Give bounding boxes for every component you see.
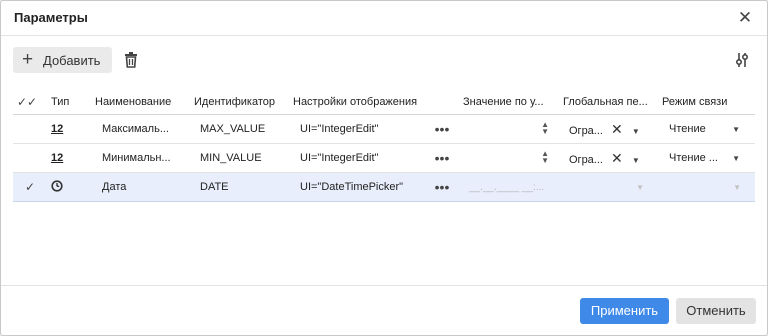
- chevron-down-icon[interactable]: ▼: [732, 125, 740, 134]
- more-options-icon[interactable]: •••: [425, 114, 459, 144]
- spinner-icon[interactable]: ▲ ▼: [541, 150, 549, 165]
- plus-icon: +: [22, 49, 34, 70]
- trash-icon[interactable]: [122, 51, 140, 69]
- chevron-down-icon[interactable]: ▼: [636, 183, 644, 192]
- table-header-row: ✓✓ Тип Наименование Идентификатор Настро…: [13, 90, 755, 115]
- clock-icon: [51, 179, 63, 192]
- mode-cell[interactable]: Чтение ▼: [658, 114, 755, 144]
- row-checkbox[interactable]: [13, 143, 47, 173]
- add-button[interactable]: + Добавить: [13, 47, 112, 73]
- add-button-label: Добавить: [43, 53, 101, 68]
- default-value-cell[interactable]: ▲ ▼: [459, 114, 559, 144]
- close-icon[interactable]: ✕: [735, 8, 755, 28]
- row-checkbox[interactable]: [13, 114, 47, 144]
- display-cell[interactable]: UI="IntegerEdit": [289, 114, 425, 144]
- date-mask-placeholder: __.__.____ __:...: [469, 182, 545, 193]
- select-all-checkbox[interactable]: ✓✓: [13, 90, 47, 115]
- table-row[interactable]: ✓ Дата DATE UI="DateTimePicker" ••• __._…: [13, 172, 755, 202]
- spinner-icon[interactable]: ▲ ▼: [541, 121, 549, 136]
- column-header-id[interactable]: Идентификатор: [190, 90, 289, 115]
- chevron-down-icon[interactable]: ▼: [632, 156, 640, 165]
- display-cell[interactable]: UI="DateTimePicker": [289, 172, 425, 202]
- column-header-default[interactable]: Значение по у...: [459, 90, 559, 115]
- name-cell[interactable]: Максималь...: [91, 114, 190, 144]
- clear-icon[interactable]: ✕: [611, 150, 623, 166]
- id-cell[interactable]: MAX_VALUE: [190, 114, 289, 144]
- column-header-mode[interactable]: Режим связи: [658, 90, 755, 115]
- mode-cell[interactable]: Чтение ... ▼: [658, 143, 755, 173]
- global-value: Огра...: [569, 124, 603, 137]
- column-settings-icon[interactable]: [733, 51, 751, 69]
- chevron-down-icon[interactable]: ▼: [733, 183, 741, 192]
- apply-button[interactable]: Применить: [580, 298, 669, 324]
- name-cell[interactable]: Минимальн...: [91, 143, 190, 173]
- name-cell[interactable]: Дата: [91, 172, 190, 202]
- global-cell[interactable]: Огра... ✕ ▼: [559, 143, 658, 173]
- clear-icon[interactable]: ✕: [611, 121, 623, 137]
- more-options-icon[interactable]: •••: [425, 172, 459, 202]
- more-options-icon[interactable]: •••: [425, 143, 459, 173]
- global-cell[interactable]: ▼: [559, 172, 658, 202]
- table-row[interactable]: 12 Максималь... MAX_VALUE UI="IntegerEdi…: [13, 114, 755, 144]
- column-header-name[interactable]: Наименование: [91, 90, 190, 115]
- type-cell: 12: [47, 143, 91, 173]
- row-checkbox[interactable]: ✓: [13, 172, 47, 202]
- default-value-cell[interactable]: ▲ ▼: [459, 143, 559, 173]
- dialog-titlebar: Параметры ✕: [1, 1, 767, 36]
- mode-value: Чтение ...: [669, 152, 718, 164]
- type-cell: [47, 172, 91, 202]
- global-cell[interactable]: Огра... ✕ ▼: [559, 114, 658, 144]
- column-header-display[interactable]: Настройки отображения: [289, 90, 459, 115]
- cancel-button[interactable]: Отменить: [676, 298, 756, 324]
- column-header-type[interactable]: Тип: [47, 90, 91, 115]
- chevron-down-icon[interactable]: ▼: [632, 127, 640, 136]
- integer-type-icon: 12: [51, 123, 64, 135]
- display-cell[interactable]: UI="IntegerEdit": [289, 143, 425, 173]
- type-cell: 12: [47, 114, 91, 144]
- dialog-title: Параметры: [14, 10, 88, 25]
- toolbar: + Добавить: [13, 47, 755, 74]
- chevron-down-icon[interactable]: ▼: [732, 154, 740, 163]
- parameters-dialog: Параметры ✕ + Добавить ✓✓ Тип Наименован…: [0, 0, 768, 336]
- parameters-table: ✓✓ Тип Наименование Идентификатор Настро…: [13, 90, 755, 202]
- mode-value: Чтение: [669, 123, 706, 135]
- column-header-global[interactable]: Глобальная пе...: [559, 90, 658, 115]
- integer-type-icon: 12: [51, 152, 64, 164]
- table-row[interactable]: 12 Минимальн... MIN_VALUE UI="IntegerEdi…: [13, 143, 755, 173]
- default-value-cell[interactable]: __.__.____ __:...: [459, 172, 559, 202]
- dialog-footer: Применить Отменить: [1, 285, 767, 336]
- mode-cell[interactable]: ▼: [658, 172, 755, 202]
- id-cell[interactable]: MIN_VALUE: [190, 143, 289, 173]
- id-cell[interactable]: DATE: [190, 172, 289, 202]
- global-value: Огра...: [569, 153, 603, 166]
